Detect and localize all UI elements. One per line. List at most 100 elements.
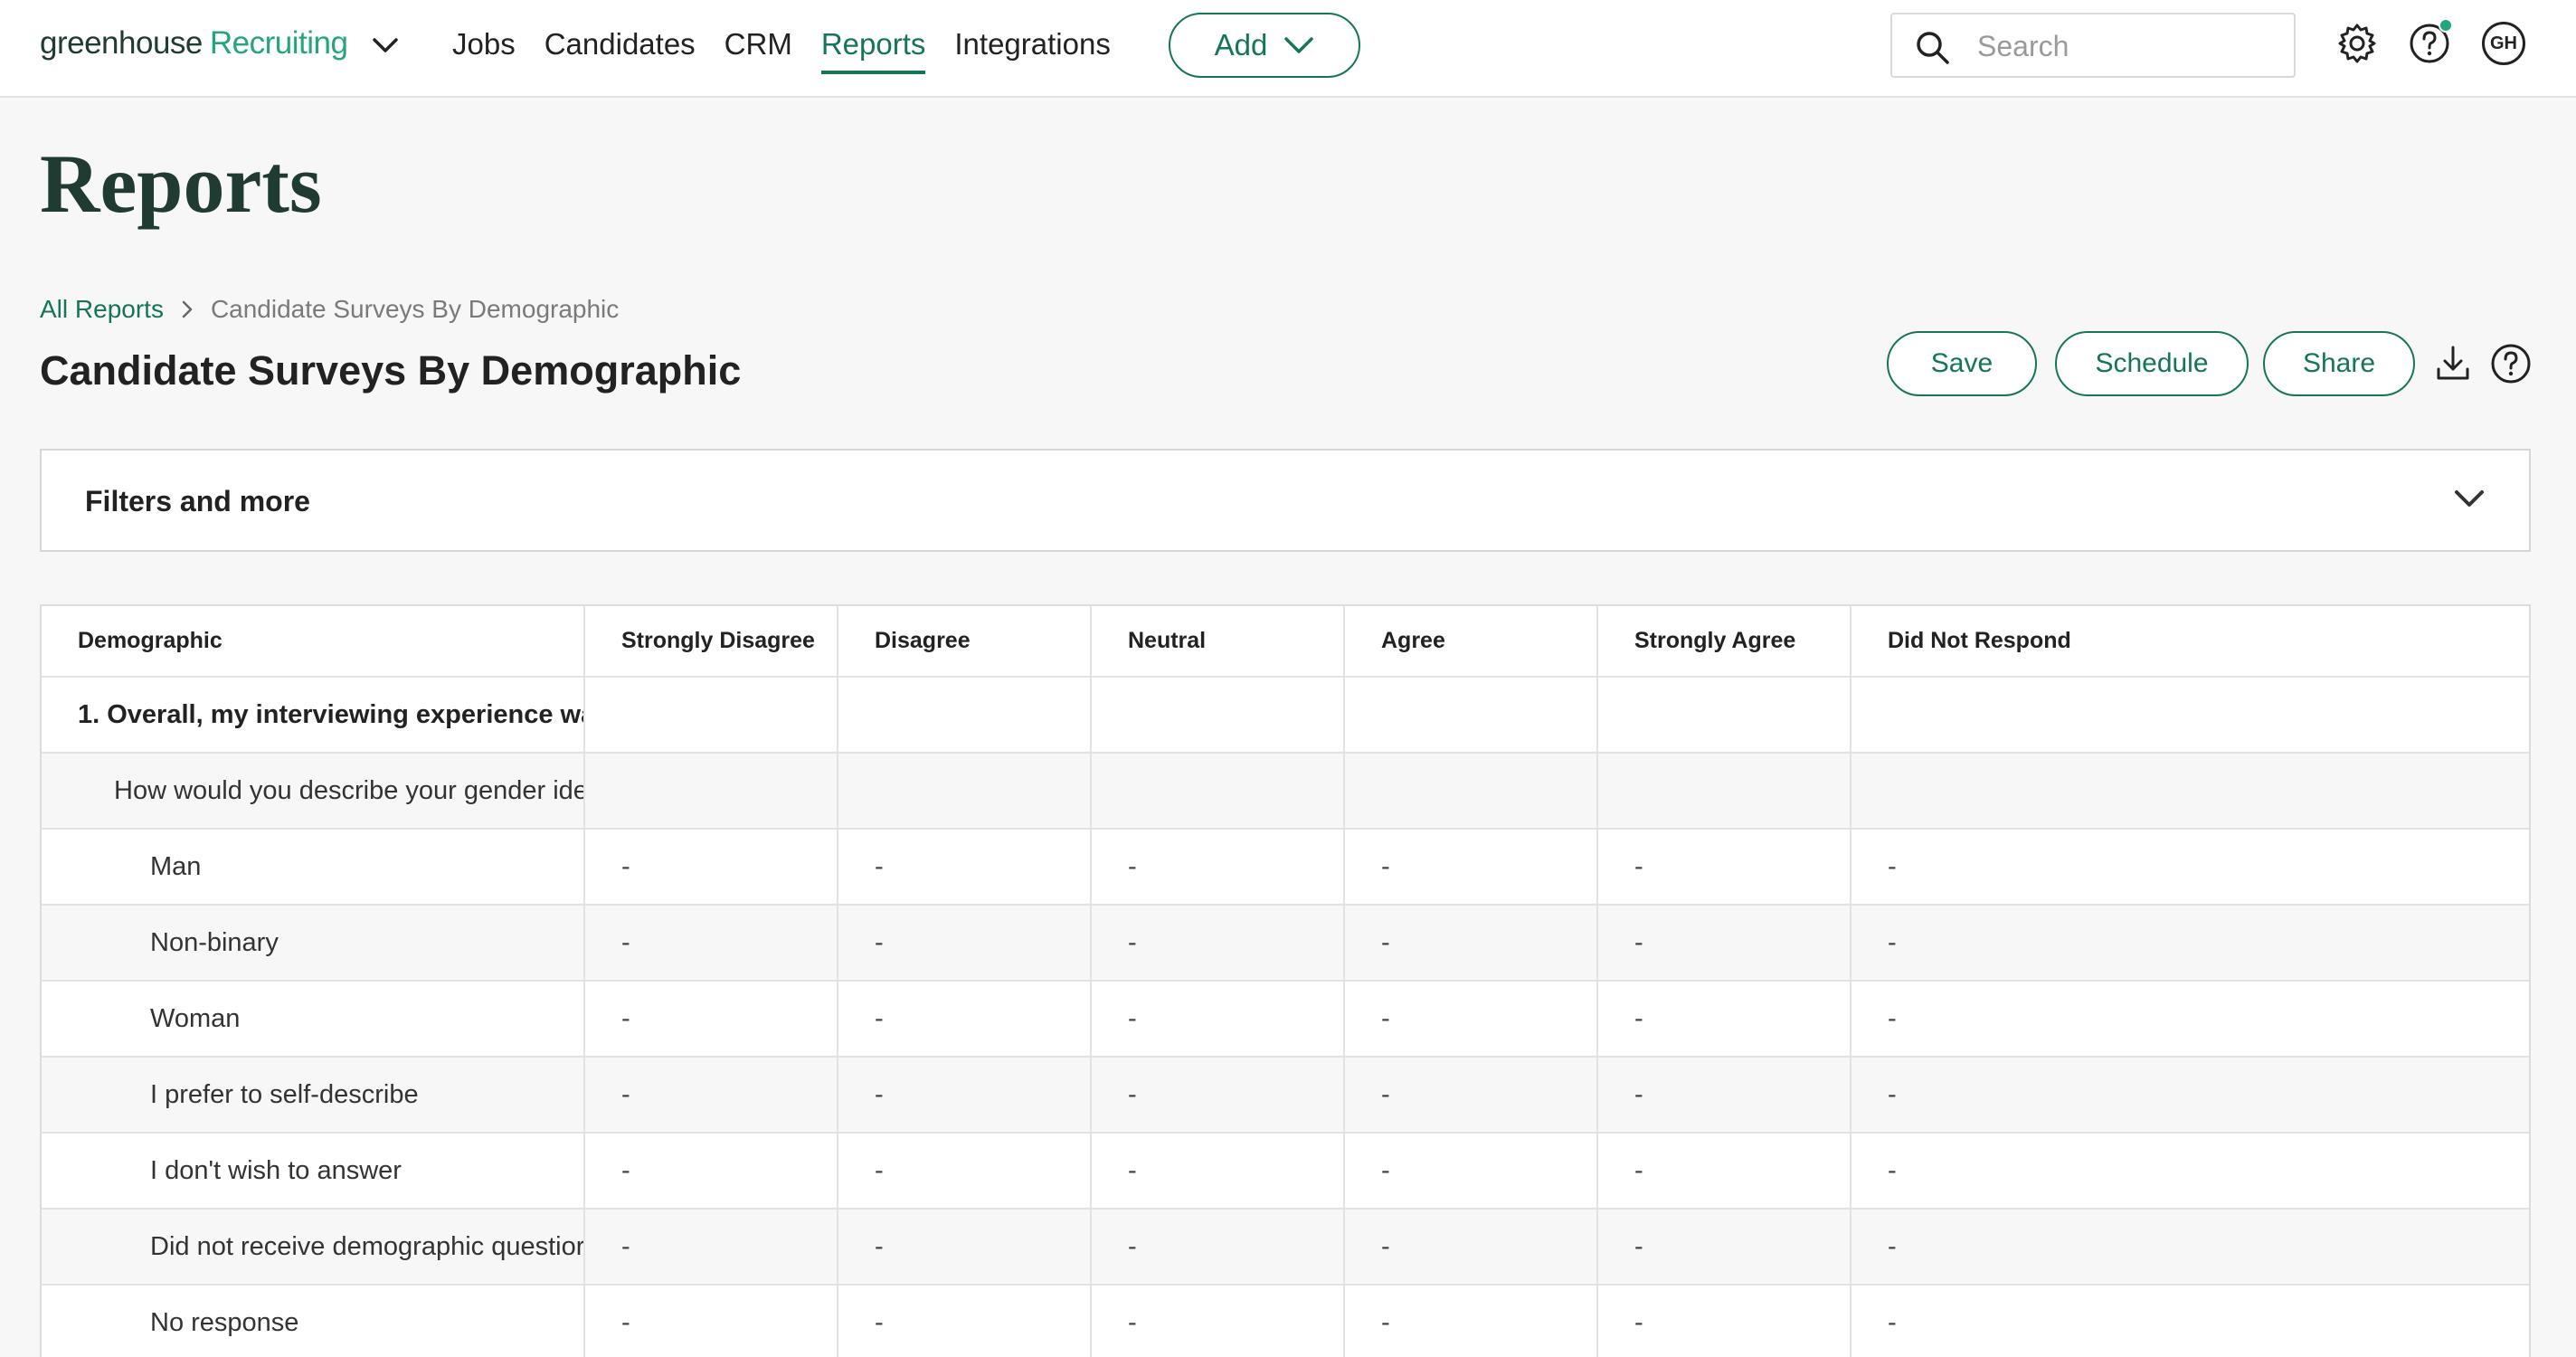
value-cell: - [584,905,838,982]
value-cell: - [1091,1285,1345,1357]
chevron-down-icon[interactable] [2451,485,2487,514]
value-cell: - [838,829,1092,906]
value-cell: - [1344,1057,1598,1134]
value-cell: - [1597,905,1852,982]
table-row: How would you describe your gender ide [42,753,2529,830]
table-body: 1. Overall, my interviewing experience w… [42,677,2529,1357]
table-row: I don't wish to answer - - - - - - [42,1133,2529,1210]
value-cell: - [838,1285,1092,1357]
breadcrumb: All Reports Candidate Surveys By Demogra… [40,295,619,324]
download-icon[interactable] [2431,342,2475,385]
table-row: Did not receive demographic questior - - - -… [42,1209,2529,1286]
logo-product-text: Recruiting [209,25,348,61]
share-button[interactable]: Share [2263,331,2415,396]
value-cell: - [1091,1209,1345,1286]
breadcrumb-all-reports-link[interactable]: All Reports [40,295,164,324]
table-row: Non-binary - - - - - - [42,905,2529,982]
column-header-neutral[interactable]: Neutral [1091,606,1345,678]
value-cell: - [1597,1133,1852,1210]
value-cell: - [1851,981,2529,1058]
value-cell: - [838,981,1092,1058]
report-help-icon[interactable] [2489,342,2533,385]
demographic-option-cell: I don't wish to answer [42,1133,585,1210]
value-cell: - [1597,1285,1852,1357]
demographic-option-cell: Did not receive demographic questior [42,1209,585,1286]
column-header-agree[interactable]: Agree [1344,606,1598,678]
column-header-did-not-respond[interactable]: Did Not Respond [1851,606,2529,678]
column-header-strongly-agree[interactable]: Strongly Agree [1597,606,1852,678]
report-table: Demographic Strongly Disagree Disagree N… [42,606,2529,1357]
demographic-option-cell: Non-binary [42,905,585,982]
value-cell: - [1091,1133,1345,1210]
main-nav: Jobs Candidates CRM Reports Integrations [452,27,1140,74]
nav-jobs[interactable]: Jobs [452,27,516,74]
logo-main-text: greenhouse [40,25,203,61]
value-cell [1597,753,1852,830]
value-cell [1091,753,1345,830]
search-box [1890,13,2296,78]
schedule-button[interactable]: Schedule [2055,331,2249,396]
nav-crm[interactable]: CRM [724,27,792,74]
chevron-right-icon [182,300,193,318]
value-cell: - [1344,1133,1598,1210]
value-cell: - [1597,1057,1852,1134]
value-cell [584,753,838,830]
value-cell [838,677,1092,754]
demographic-question-cell: How would you describe your gender ide [42,753,585,830]
value-cell: - [1344,981,1598,1058]
table-header-row: Demographic Strongly Disagree Disagree N… [42,606,2529,678]
value-cell: - [584,1285,838,1357]
value-cell: - [838,1133,1092,1210]
filters-label: Filters and more [85,485,310,517]
value-cell: - [584,1209,838,1286]
value-cell: - [1851,1209,2529,1286]
report-table-container: Demographic Strongly Disagree Disagree N… [40,604,2531,1357]
value-cell: - [1597,829,1852,906]
greenhouse-logo[interactable]: greenhouse Recruiting [40,25,348,69]
chevron-down-icon [1284,37,1314,53]
value-cell: - [1344,1209,1598,1286]
filters-panel[interactable]: Filters and more [40,449,2531,552]
report-title: Candidate Surveys By Demographic [40,347,742,394]
value-cell: - [838,1209,1092,1286]
value-cell: - [1851,1285,2529,1357]
column-header-strongly-disagree[interactable]: Strongly Disagree [584,606,838,678]
nav-candidates[interactable]: Candidates [545,27,696,74]
column-header-disagree[interactable]: Disagree [838,606,1092,678]
search-icon [1917,32,1949,64]
add-button[interactable]: Add [1169,13,1360,78]
value-cell [1091,677,1345,754]
value-cell [1344,753,1598,830]
value-cell: - [1091,1057,1345,1134]
top-navigation-bar: greenhouse Recruiting Jobs Candidates CR… [0,0,2576,98]
column-header-demographic[interactable]: Demographic [42,606,585,678]
value-cell [1597,677,1852,754]
value-cell: - [838,1057,1092,1134]
user-avatar[interactable]: GH [2482,22,2525,65]
value-cell: - [1344,1285,1598,1357]
value-cell: - [838,905,1092,982]
demographic-option-cell: No response [42,1285,585,1357]
value-cell [1851,677,2529,754]
table-row: Woman - - - - - - [42,981,2529,1058]
nav-reports[interactable]: Reports [820,27,926,74]
value-cell: - [1091,829,1345,906]
value-cell: - [1851,905,2529,982]
value-cell: - [584,1133,838,1210]
save-button[interactable]: Save [1887,331,2037,396]
value-cell: - [584,1057,838,1134]
add-button-label: Add [1214,28,1268,62]
table-row: No response - - - - - - [42,1285,2529,1357]
nav-integrations[interactable]: Integrations [954,27,1110,74]
value-cell: - [1597,1209,1852,1286]
page-title: Reports [40,138,322,230]
notification-dot [2439,18,2453,33]
settings-gear-icon[interactable] [2335,22,2379,65]
value-cell: - [1597,981,1852,1058]
search-input[interactable] [1977,24,2276,69]
value-cell: - [1344,905,1598,982]
value-cell: - [1091,981,1345,1058]
demographic-option-cell: I prefer to self-describe [42,1057,585,1134]
product-switcher-chevron-icon[interactable] [369,33,402,58]
demographic-option-cell: Man [42,829,585,906]
